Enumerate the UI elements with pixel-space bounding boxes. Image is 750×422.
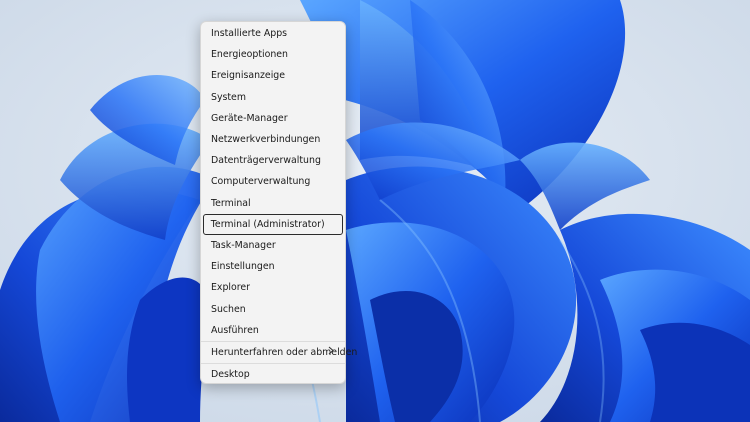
desktop-wallpaper xyxy=(0,0,750,422)
menu-item-run[interactable]: Ausführen xyxy=(203,320,343,341)
menu-item-network-connections[interactable]: Netzwerkverbindungen xyxy=(203,129,343,150)
menu-item-label: Computerverwaltung xyxy=(211,176,311,188)
menu-item-label: System xyxy=(211,91,246,103)
menu-item-label: Einstellungen xyxy=(211,261,275,273)
menu-item-settings[interactable]: Einstellungen xyxy=(203,256,343,277)
chevron-right-icon xyxy=(328,346,334,358)
menu-item-task-manager[interactable]: Task-Manager xyxy=(203,235,343,256)
menu-item-disk-management[interactable]: Datenträgerverwaltung xyxy=(203,150,343,171)
menu-item-label: Installierte Apps xyxy=(211,28,288,40)
menu-item-label: Explorer xyxy=(211,282,251,294)
menu-item-computer-management[interactable]: Computerverwaltung xyxy=(203,171,343,192)
winx-context-menu: Installierte Apps Energieoptionen Ereign… xyxy=(200,21,357,385)
menu-item-label: Energieoptionen xyxy=(211,49,289,61)
menu-item-desktop[interactable]: Desktop xyxy=(203,364,343,385)
menu-item-label: Datenträgerverwaltung xyxy=(211,155,321,167)
menu-item-label: Terminal xyxy=(211,197,251,209)
menu-item-power-options[interactable]: Energieoptionen xyxy=(203,44,343,65)
menu-item-label: Herunterfahren oder abmelden xyxy=(211,346,358,358)
windows-bloom-wallpaper xyxy=(0,0,750,422)
menu-item-label: Netzwerkverbindungen xyxy=(211,134,321,146)
menu-item-terminal[interactable]: Terminal xyxy=(203,193,343,214)
menu-item-label: Terminal (Administrator) xyxy=(210,218,325,230)
menu-item-shutdown-signout[interactable]: Herunterfahren oder abmelden xyxy=(203,342,357,363)
menu-item-event-viewer[interactable]: Ereignisanzeige xyxy=(203,65,343,86)
menu-item-label: Suchen xyxy=(211,303,246,315)
menu-item-search[interactable]: Suchen xyxy=(203,298,343,319)
menu-item-terminal-admin[interactable]: Terminal (Administrator) xyxy=(203,213,343,235)
menu-item-explorer[interactable]: Explorer xyxy=(203,277,343,298)
menu-item-label: Task-Manager xyxy=(211,239,276,251)
menu-item-label: Desktop xyxy=(211,369,250,381)
menu-item-label: Geräte-Manager xyxy=(211,112,288,124)
menu-item-label: Ausführen xyxy=(211,324,259,336)
menu-item-label: Ereignisanzeige xyxy=(211,70,286,82)
menu-item-installed-apps[interactable]: Installierte Apps xyxy=(203,23,343,44)
menu-item-device-manager[interactable]: Geräte-Manager xyxy=(203,108,343,129)
menu-item-system[interactable]: System xyxy=(203,87,343,108)
